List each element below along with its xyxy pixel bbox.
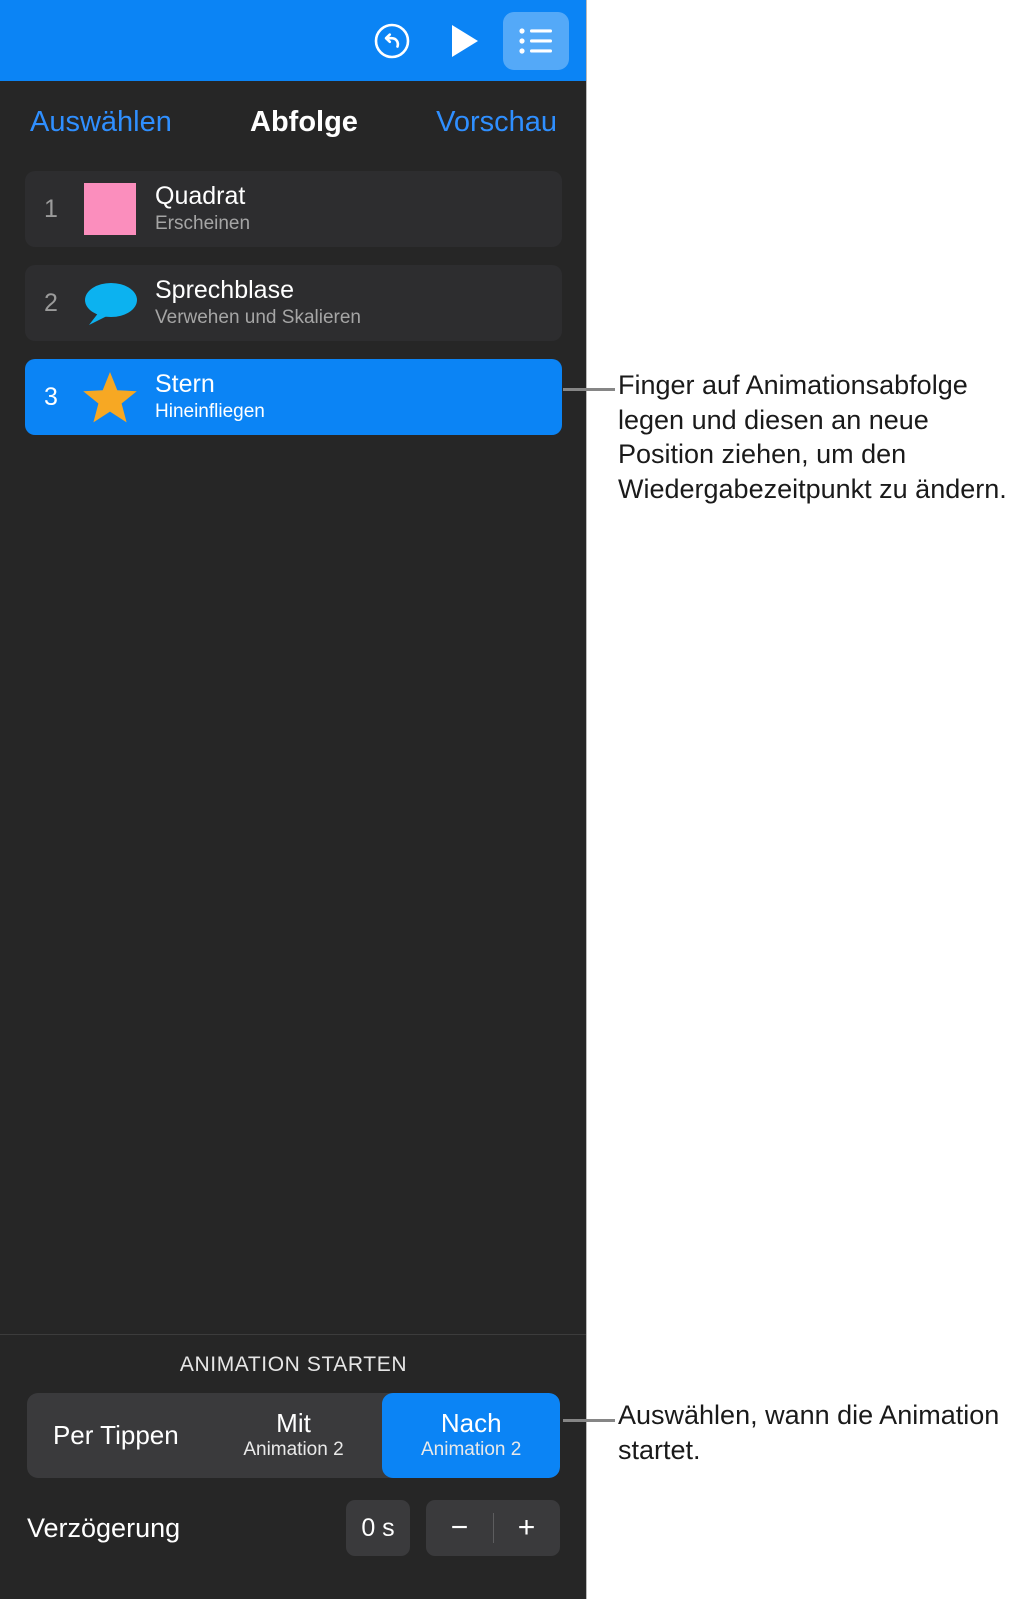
start-timing-segmented-control: Per Tippen Mit Animation 2 Nach Animatio… xyxy=(27,1393,560,1478)
start-animation-section: ANIMATION STARTEN Per Tippen Mit Animati… xyxy=(0,1334,586,1599)
stepper-divider xyxy=(493,1513,494,1543)
section-title: ANIMATION STARTEN xyxy=(179,1353,408,1376)
callout-start-timing: Auswählen, wann die Animation startet. xyxy=(618,1400,1000,1465)
minus-icon[interactable]: − xyxy=(426,1513,493,1543)
build-index: 1 xyxy=(44,194,58,223)
callout-leader-line xyxy=(563,1419,615,1422)
panel-header: Auswählen Abfolge Vorschau xyxy=(0,81,586,163)
build-item-title: Sprechblase xyxy=(155,276,294,305)
preview-button[interactable]: Vorschau xyxy=(436,106,557,139)
build-list-item-stern[interactable]: 3 Stern Hineinfliegen xyxy=(25,359,562,435)
segment-label: Per Tippen xyxy=(52,1420,179,1451)
build-item-effect: Erscheinen xyxy=(155,213,251,235)
build-list-item-sprechblase[interactable]: 2 Sprechblase Verwehen und Skalieren xyxy=(25,265,562,341)
select-button[interactable]: Auswählen xyxy=(30,106,172,139)
plus-icon[interactable]: + xyxy=(493,1513,560,1543)
delay-value-field[interactable]: 0 s xyxy=(346,1500,410,1556)
build-item-title: Quadrat xyxy=(155,182,246,211)
build-index: 2 xyxy=(44,288,58,317)
delay-stepper: − + xyxy=(426,1500,560,1556)
animation-list-icon[interactable] xyxy=(503,11,569,70)
build-order-list: 1 Quadrat Erscheinen 2 Sprechblase Verwe… xyxy=(0,171,586,453)
build-item-title: Stern xyxy=(155,370,215,399)
pink-square-icon xyxy=(77,181,143,237)
top-toolbar xyxy=(0,0,586,81)
star-icon xyxy=(77,369,143,425)
segment-mit[interactable]: Mit Animation 2 xyxy=(205,1393,383,1478)
segment-sublabel: Animation 2 xyxy=(243,1439,344,1461)
callout-drag-reorder: Finger auf Animationsabfolge legen und d… xyxy=(618,370,1007,504)
delay-label: Verzögerung xyxy=(27,1512,181,1543)
animation-panel: Auswählen Abfolge Vorschau 1 Quadrat Ers… xyxy=(0,0,587,1599)
speech-bubble-icon xyxy=(77,275,143,331)
build-index: 3 xyxy=(44,382,58,411)
undo-circle-icon[interactable] xyxy=(359,12,425,70)
segment-nach[interactable]: Nach Animation 2 xyxy=(382,1393,560,1478)
page-title: Abfolge xyxy=(250,105,358,138)
build-list-item-quadrat[interactable]: 1 Quadrat Erscheinen xyxy=(25,171,562,247)
segment-per-tippen[interactable]: Per Tippen xyxy=(27,1393,205,1478)
callout-leader-line xyxy=(563,388,615,391)
build-item-effect: Hineinfliegen xyxy=(155,401,265,423)
play-icon[interactable] xyxy=(431,12,497,70)
segment-label: Mit xyxy=(276,1407,311,1438)
segment-sublabel: Animation 2 xyxy=(421,1439,522,1461)
segment-label: Nach xyxy=(440,1407,502,1438)
delay-row: Verzögerung 0 s − + xyxy=(27,1500,560,1556)
build-item-effect: Verwehen und Skalieren xyxy=(155,307,361,329)
